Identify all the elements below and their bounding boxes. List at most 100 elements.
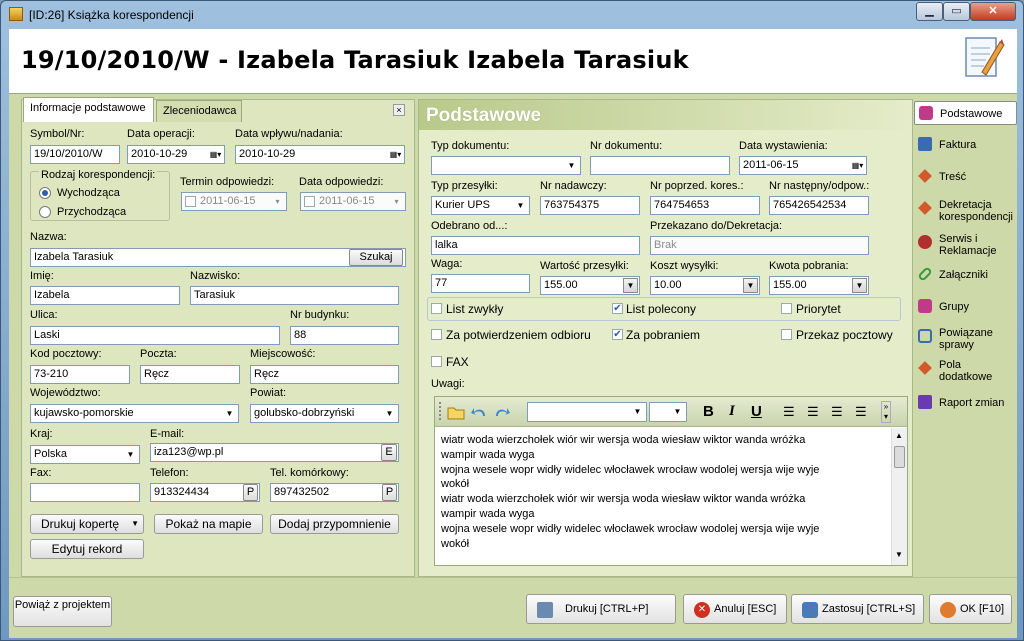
chevron-down-icon[interactable]: ▼	[383, 407, 396, 420]
kwota-select[interactable]: 155.00 ▼	[769, 276, 869, 295]
font-size-select[interactable]: ▼	[649, 402, 687, 422]
powiaz-z-projektem-button[interactable]: Powiąż z projektem	[13, 596, 112, 627]
ulica-input[interactable]: Laski	[30, 326, 280, 345]
nav-item-raport[interactable]: Raport zmian	[914, 393, 1017, 413]
zastosuj-button[interactable]: Zastosuj [CTRL+S]	[791, 594, 924, 624]
chevron-down-icon[interactable]: ▼	[565, 159, 578, 172]
chevron-down-icon[interactable]: ▼	[852, 278, 867, 293]
typ-dokumentu-select[interactable]: ▼	[431, 156, 581, 175]
termin-picker[interactable]: 2011-06-15 ▾	[181, 192, 287, 211]
scroll-up-icon[interactable]: ▲	[895, 431, 903, 440]
toolbar-overflow-icon[interactable]: » ▾	[881, 401, 891, 423]
wojewodztwo-select[interactable]: kujawsko-pomorskie ▼	[30, 404, 239, 423]
data-operacji-picker[interactable]: 2010-10-29 ▦▾	[127, 145, 225, 164]
chevron-down-icon[interactable]: ▼	[623, 278, 638, 293]
nav-item-serwis[interactable]: Serwis i Reklamacje	[914, 229, 1017, 259]
italic-button[interactable]: I	[729, 403, 735, 420]
nazwisko-input[interactable]: Tarasiuk	[190, 286, 399, 305]
szukaj-button[interactable]: Szukaj	[349, 249, 403, 266]
priorytet-checkbox[interactable]	[781, 303, 792, 314]
send-email-button[interactable]: E	[381, 444, 397, 461]
bold-button[interactable]: B	[703, 403, 714, 420]
ok-button[interactable]: OK [F10]	[929, 594, 1012, 624]
tab-informacje-podstawowe[interactable]: Informacje podstawowe	[23, 97, 154, 122]
fax-checkbox[interactable]	[431, 356, 442, 367]
odebrano-input[interactable]: lalka	[431, 236, 640, 255]
chevron-down-icon[interactable]: ▼	[631, 405, 644, 418]
pobranie-checkbox[interactable]	[612, 329, 623, 340]
potwierdzenie-checkbox[interactable]	[431, 329, 442, 340]
list-polecony-checkbox[interactable]	[612, 303, 623, 314]
data-wystawienia-picker[interactable]: 2011-06-15 ▦▾	[739, 156, 867, 175]
open-folder-icon[interactable]	[447, 404, 465, 420]
symbol-input[interactable]: 19/10/2010/W	[30, 145, 120, 164]
wartosc-select[interactable]: 155.00 ▼	[540, 276, 640, 295]
kod-input[interactable]: 73-210	[30, 365, 130, 384]
scroll-thumb[interactable]	[894, 446, 905, 468]
koszt-select[interactable]: 10.00 ▼	[650, 276, 760, 295]
drukuj-button[interactable]: Drukuj [CTRL+P]	[526, 594, 676, 624]
title-bar[interactable]: [ID:26] Książka korespondencji ▁ ▭ ✕	[1, 1, 1023, 27]
calendar-icon[interactable]: ▦▾	[209, 148, 222, 161]
anuluj-button[interactable]: ✕ Anuluj [ESC]	[683, 594, 787, 624]
nav-item-powiazane[interactable]: Powiązane sprawy	[914, 323, 1017, 353]
data-odp-checkbox[interactable]	[304, 196, 315, 207]
nr-budynku-input[interactable]: 88	[290, 326, 399, 345]
font-select[interactable]: ▼	[527, 402, 647, 422]
nav-item-tresc[interactable]: Treść	[914, 167, 1017, 187]
nr-nadawczy-input[interactable]: 763754375	[540, 196, 640, 215]
close-button[interactable]: ✕	[970, 2, 1016, 21]
nav-item-podstawowe[interactable]: Podstawowe	[914, 101, 1017, 125]
przychodzaca-radio[interactable]	[39, 206, 51, 218]
align-center-icon[interactable]: ☰	[807, 405, 819, 418]
kraj-select[interactable]: Polska ▼	[30, 445, 140, 464]
typ-przesylki-select[interactable]: Kurier UPS ▼	[431, 196, 530, 215]
justify-icon[interactable]: ☰	[855, 405, 867, 418]
chevron-down-icon[interactable]: ▼	[671, 405, 684, 418]
drukuj-koperte-button[interactable]: Drukuj kopertę ▼	[30, 514, 144, 534]
chevron-down-icon[interactable]: ▼	[223, 407, 236, 420]
tab-zleceniodawca[interactable]: Zleceniodawca	[156, 100, 242, 122]
scroll-down-icon[interactable]: ▼	[895, 550, 903, 559]
fax-input[interactable]	[30, 483, 140, 502]
chevron-down-icon[interactable]: ▾	[271, 195, 284, 208]
miejscowosc-input[interactable]: Ręcz	[250, 365, 399, 384]
powiat-select[interactable]: golubsko-dobrzyński ▼	[250, 404, 399, 423]
nav-item-pola[interactable]: Pola dodatkowe	[914, 355, 1017, 385]
close-tab-icon[interactable]: ×	[393, 104, 405, 116]
undo-icon[interactable]	[470, 404, 488, 420]
chevron-down-icon[interactable]: ▼	[514, 199, 527, 212]
nav-item-dekretacja[interactable]: Dekretacja korespondencji	[914, 195, 1017, 225]
nr-dokumentu-input[interactable]	[590, 156, 730, 175]
nav-item-faktura[interactable]: Faktura	[914, 135, 1017, 155]
data-odp-picker[interactable]: 2011-06-15 ▾	[300, 192, 406, 211]
nr-nastepny-input[interactable]: 765426542534	[769, 196, 869, 215]
przekazano-input[interactable]: Brak	[650, 236, 869, 255]
nav-item-zalaczniki[interactable]: Załączniki	[914, 265, 1017, 285]
poczta-input[interactable]: Ręcz	[140, 365, 240, 384]
call-phone-button[interactable]: P	[243, 484, 258, 501]
pokaz-na-mapie-button[interactable]: Pokaż na mapie	[154, 514, 263, 534]
align-left-icon[interactable]: ☰	[783, 405, 795, 418]
vertical-scrollbar[interactable]: ▲ ▼	[891, 428, 907, 565]
redo-icon[interactable]	[493, 404, 511, 420]
dodaj-przypomnienie-button[interactable]: Dodaj przypomnienie	[270, 514, 399, 534]
nav-item-grupy[interactable]: Grupy	[914, 297, 1017, 317]
uwagi-text[interactable]: wiatr woda wierzchołek wiór wir wersja w…	[441, 433, 879, 551]
edytuj-rekord-button[interactable]: Edytuj rekord	[30, 539, 144, 559]
email-input[interactable]: iza123@wp.pl	[150, 443, 399, 462]
waga-input[interactable]: 77	[431, 274, 530, 293]
calendar-icon[interactable]: ▦▾	[851, 159, 864, 172]
komorkowy-input[interactable]: 897432502	[270, 483, 399, 502]
nr-poprzed-input[interactable]: 764754653	[650, 196, 760, 215]
chevron-down-icon[interactable]: ▼	[124, 448, 137, 461]
align-right-icon[interactable]: ☰	[831, 405, 843, 418]
wychodzaca-radio[interactable]	[39, 187, 51, 199]
call-mobile-button[interactable]: P	[382, 484, 397, 501]
maximize-button[interactable]: ▭	[943, 2, 970, 21]
chevron-down-icon[interactable]: ▾	[390, 195, 403, 208]
przekaz-checkbox[interactable]	[781, 329, 792, 340]
data-wplywu-picker[interactable]: 2010-10-29 ▦▾	[235, 145, 405, 164]
chevron-down-icon[interactable]: ▼	[743, 278, 758, 293]
list-zwykly-checkbox[interactable]	[431, 303, 442, 314]
